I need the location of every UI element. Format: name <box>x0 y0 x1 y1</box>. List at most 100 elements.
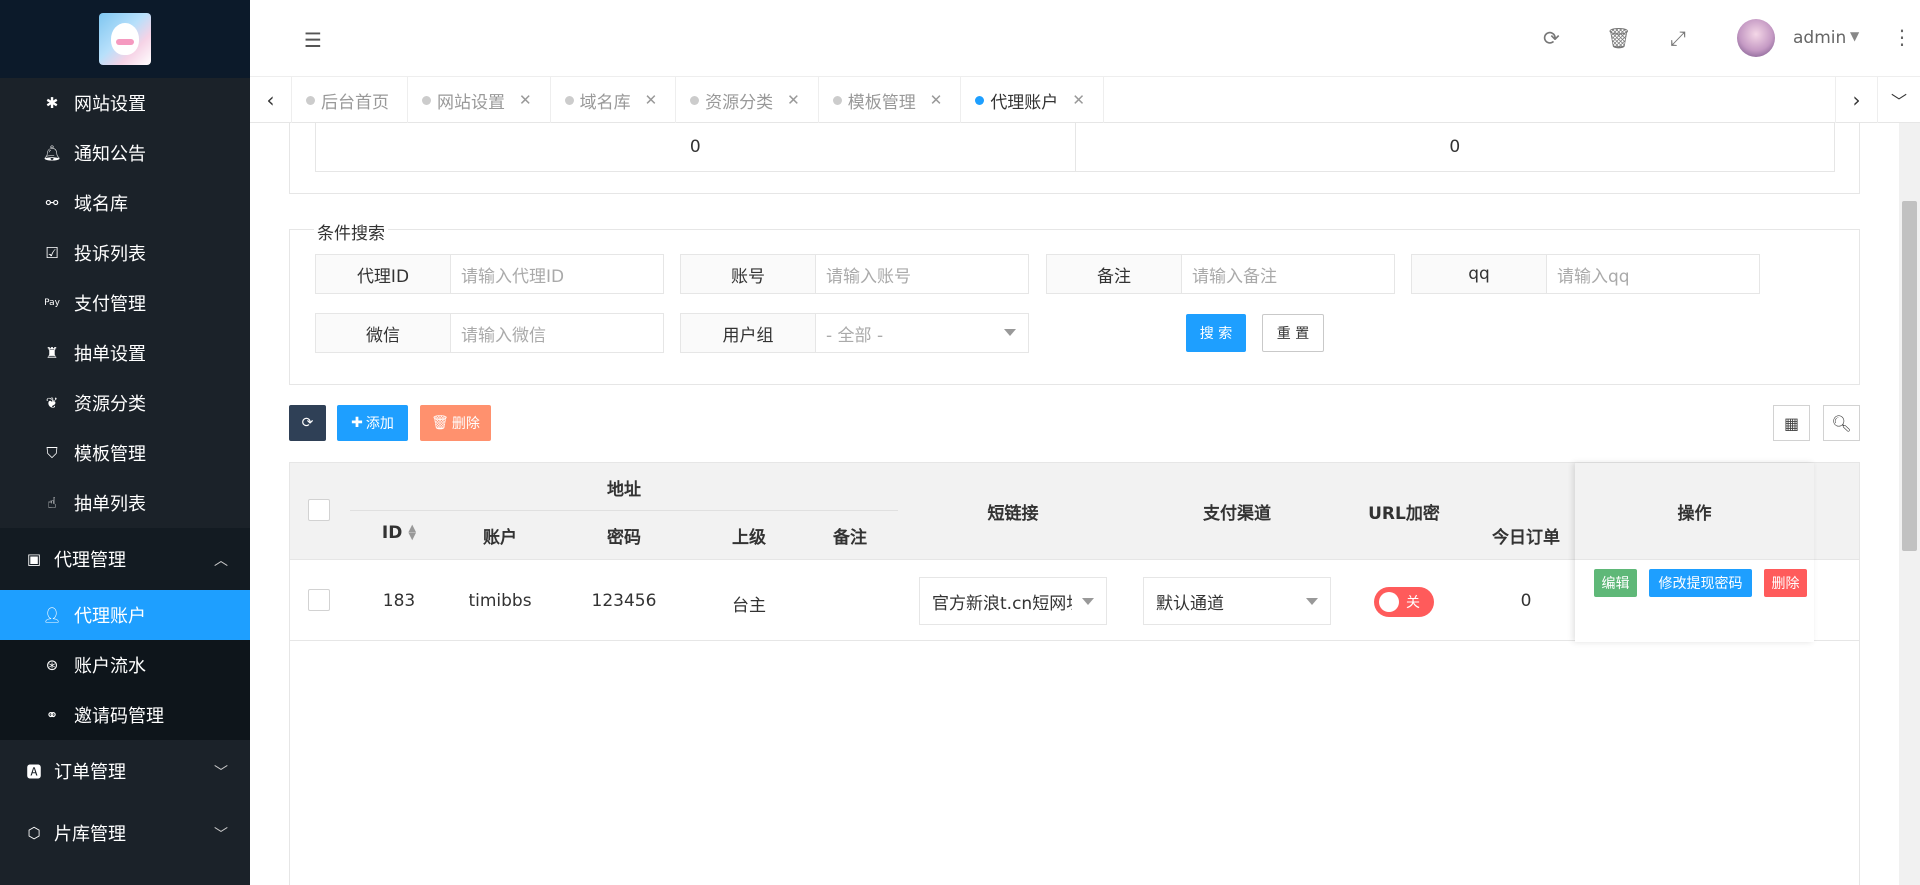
agent-id-field: 代理ID 请输入代理ID <box>315 254 664 294</box>
wechat-input[interactable]: 请输入微信 <box>451 314 663 352</box>
sidebar-item-domains[interactable]: ⚯ 域名库 <box>0 178 250 228</box>
data-table: 地址 ID ▲ ▼ 账户 密码 上级 备注 短链接 支付渠道 URL加密 今日订单 … <box>289 462 1860 885</box>
check-square-icon: ☑ <box>45 244 59 262</box>
caret-down-icon <box>1004 329 1016 336</box>
sidebar-item-complaints[interactable]: ☑ 投诉列表 <box>0 228 250 278</box>
close-icon[interactable]: ✕ <box>1072 91 1085 109</box>
top-header: ☰ ⟳ 🗑︎ ⤢ admin ▼ ⋮ <box>250 0 1920 77</box>
account-input[interactable]: 请输入账号 <box>816 255 1028 293</box>
note-input[interactable]: 请输入备注 <box>1182 255 1394 293</box>
more-vertical-icon[interactable]: ⋮ <box>1892 25 1912 49</box>
row-checkbox[interactable] <box>308 589 330 611</box>
user-group-select[interactable]: - 全部 - <box>816 314 1028 352</box>
sidebar-item-draw-settings[interactable]: ♜ 抽单设置 <box>0 328 250 378</box>
close-icon[interactable]: ✕ <box>645 91 658 109</box>
tab-dot <box>564 95 574 105</box>
tab-resource-category[interactable]: 资源分类 ✕ <box>676 77 819 123</box>
tab-scroll-left-button[interactable]: ‹ <box>250 77 292 123</box>
add-button[interactable]: ✚ 添加 <box>337 405 408 441</box>
header-note: 备注 <box>833 528 867 548</box>
close-icon[interactable]: ✕ <box>930 91 943 109</box>
header-id-label: ID <box>381 523 403 543</box>
agent-id-input[interactable]: 请输入代理ID <box>451 255 663 293</box>
sidebar-item-notices[interactable]: 🔔︎ 通知公告 <box>0 128 250 178</box>
refresh-icon: ⟳ <box>301 415 314 431</box>
row-delete-button[interactable]: 删除 <box>1764 569 1807 597</box>
sidebar-item-resource-category[interactable]: ❦ 资源分类 <box>0 378 250 428</box>
columns-filter-button[interactable]: ▦ <box>1773 405 1810 441</box>
cell-parent: 台主 <box>732 596 766 616</box>
cell-today-orders: 0 <box>1520 591 1532 611</box>
users-icon: ♜ <box>45 344 59 362</box>
edit-button[interactable]: 编辑 <box>1594 569 1637 597</box>
chevron-left-icon: ‹ <box>266 88 275 112</box>
user-group-field: 用户组 - 全部 - <box>680 313 1029 353</box>
scrollbar-thumb[interactable] <box>1902 201 1917 551</box>
refresh-icon[interactable]: ⟳ <box>1543 26 1560 50</box>
sidebar-item-label: 投诉列表 <box>74 244 146 265</box>
refresh-button[interactable]: ⟳ <box>289 405 326 441</box>
fullscreen-icon[interactable]: ⤢ <box>1670 26 1686 50</box>
avatar[interactable] <box>1737 19 1775 57</box>
username[interactable]: admin <box>1793 28 1846 48</box>
close-icon[interactable]: ✕ <box>787 91 800 109</box>
tab-scroll-right-button[interactable]: › <box>1835 77 1877 123</box>
select-all-checkbox[interactable] <box>308 499 330 521</box>
sidebar-item-account-flow[interactable]: ⊛ 账户流水 <box>0 640 250 690</box>
toggle-label: 关 <box>1406 595 1420 611</box>
table-search-button[interactable]: 🔍︎ <box>1823 405 1860 441</box>
short-link-select[interactable]: 官方新浪t.cn短网址 <box>919 577 1107 625</box>
trash-icon[interactable]: 🗑︎ <box>1606 26 1631 50</box>
search-panel: 条件搜索 代理ID 请输入代理ID 账号 请输入账号 备注 请输入备注 qq 请… <box>289 219 1860 385</box>
sidebar-group-library[interactable]: ⬡ 片库管理 ﹀ <box>0 802 250 864</box>
tab-domains[interactable]: 域名库 ✕ <box>551 77 677 123</box>
sidebar-group-label: 片库管理 <box>54 824 126 845</box>
select-value: 默认通道 <box>1156 593 1224 614</box>
url-encrypt-toggle[interactable]: 关 <box>1374 587 1434 617</box>
actions-column: 操作 编辑 修改提现密码 删除 <box>1575 463 1814 642</box>
tab-home[interactable]: 后台首页 <box>292 77 408 123</box>
universal-access-icon: ⊛ <box>45 656 59 674</box>
header-short-link: 短链接 <box>987 504 1039 524</box>
sidebar-item-payment[interactable]: Pay 支付管理 <box>0 278 250 328</box>
sidebar-item-templates[interactable]: ⛉ 模板管理 <box>0 428 250 478</box>
sidebar-item-label: 网站设置 <box>74 94 146 115</box>
link-icon: ⚯ <box>45 194 59 212</box>
stats-panel: 0 0 <box>289 123 1860 194</box>
header-password: 密码 <box>607 528 641 548</box>
logo[interactable] <box>99 13 151 65</box>
close-icon[interactable]: ✕ <box>519 91 532 109</box>
add-label: 添加 <box>365 416 394 432</box>
sort-icon[interactable]: ▲ ▼ <box>408 524 416 542</box>
menu-fold-icon[interactable]: ☰ <box>304 28 322 52</box>
sidebar-item-draw-list[interactable]: ☝ 抽单列表 <box>0 478 250 528</box>
paypal-icon: Pay <box>44 298 60 308</box>
leaf-icon: ❦ <box>45 394 59 412</box>
sidebar-item-website-settings[interactable]: ✱ 网站设置 <box>0 78 250 128</box>
sidebar-group-orders[interactable]: 🅰︎ 订单管理 ﹀ <box>0 740 250 802</box>
reset-button[interactable]: 重 置 <box>1262 314 1324 352</box>
field-label: 备注 <box>1047 255 1182 293</box>
search-button[interactable]: 搜 索 <box>1186 314 1246 352</box>
page-scrollbar[interactable] <box>1899 123 1920 885</box>
caret-down-icon[interactable]: ▼ <box>1850 29 1859 43</box>
field-label: 账号 <box>681 255 816 293</box>
tab-agent-accounts[interactable]: 代理账户 ✕ <box>961 77 1104 123</box>
cell-id: 183 <box>382 591 416 611</box>
change-withdraw-password-button[interactable]: 修改提现密码 <box>1649 569 1752 597</box>
delete-button[interactable]: 🗑︎ 删除 <box>420 405 491 441</box>
pay-channel-select[interactable]: 默认通道 <box>1143 577 1331 625</box>
qq-field: qq 请输入qq <box>1411 254 1760 294</box>
sidebar-group-agent[interactable]: ▣ 代理管理 ︿ <box>0 528 250 590</box>
sidebar-item-agent-accounts[interactable]: 👤︎ 代理账户 <box>0 590 250 640</box>
tab-menu-button[interactable]: ﹀ <box>1877 77 1920 123</box>
qq-input[interactable]: 请输入qq <box>1547 255 1759 293</box>
sidebar-item-label: 通知公告 <box>74 144 146 165</box>
tab-website-settings[interactable]: 网站设置 ✕ <box>408 77 551 123</box>
tab-label: 资源分类 <box>705 92 774 113</box>
tab-templates[interactable]: 模板管理 ✕ <box>819 77 962 123</box>
stat-value: 0 <box>316 123 1075 171</box>
sidebar-item-invite-codes[interactable]: ⚭ 邀请码管理 <box>0 690 250 740</box>
header-id[interactable]: ID ▲ ▼ <box>382 523 416 543</box>
id-card-icon: ▣ <box>26 550 42 568</box>
